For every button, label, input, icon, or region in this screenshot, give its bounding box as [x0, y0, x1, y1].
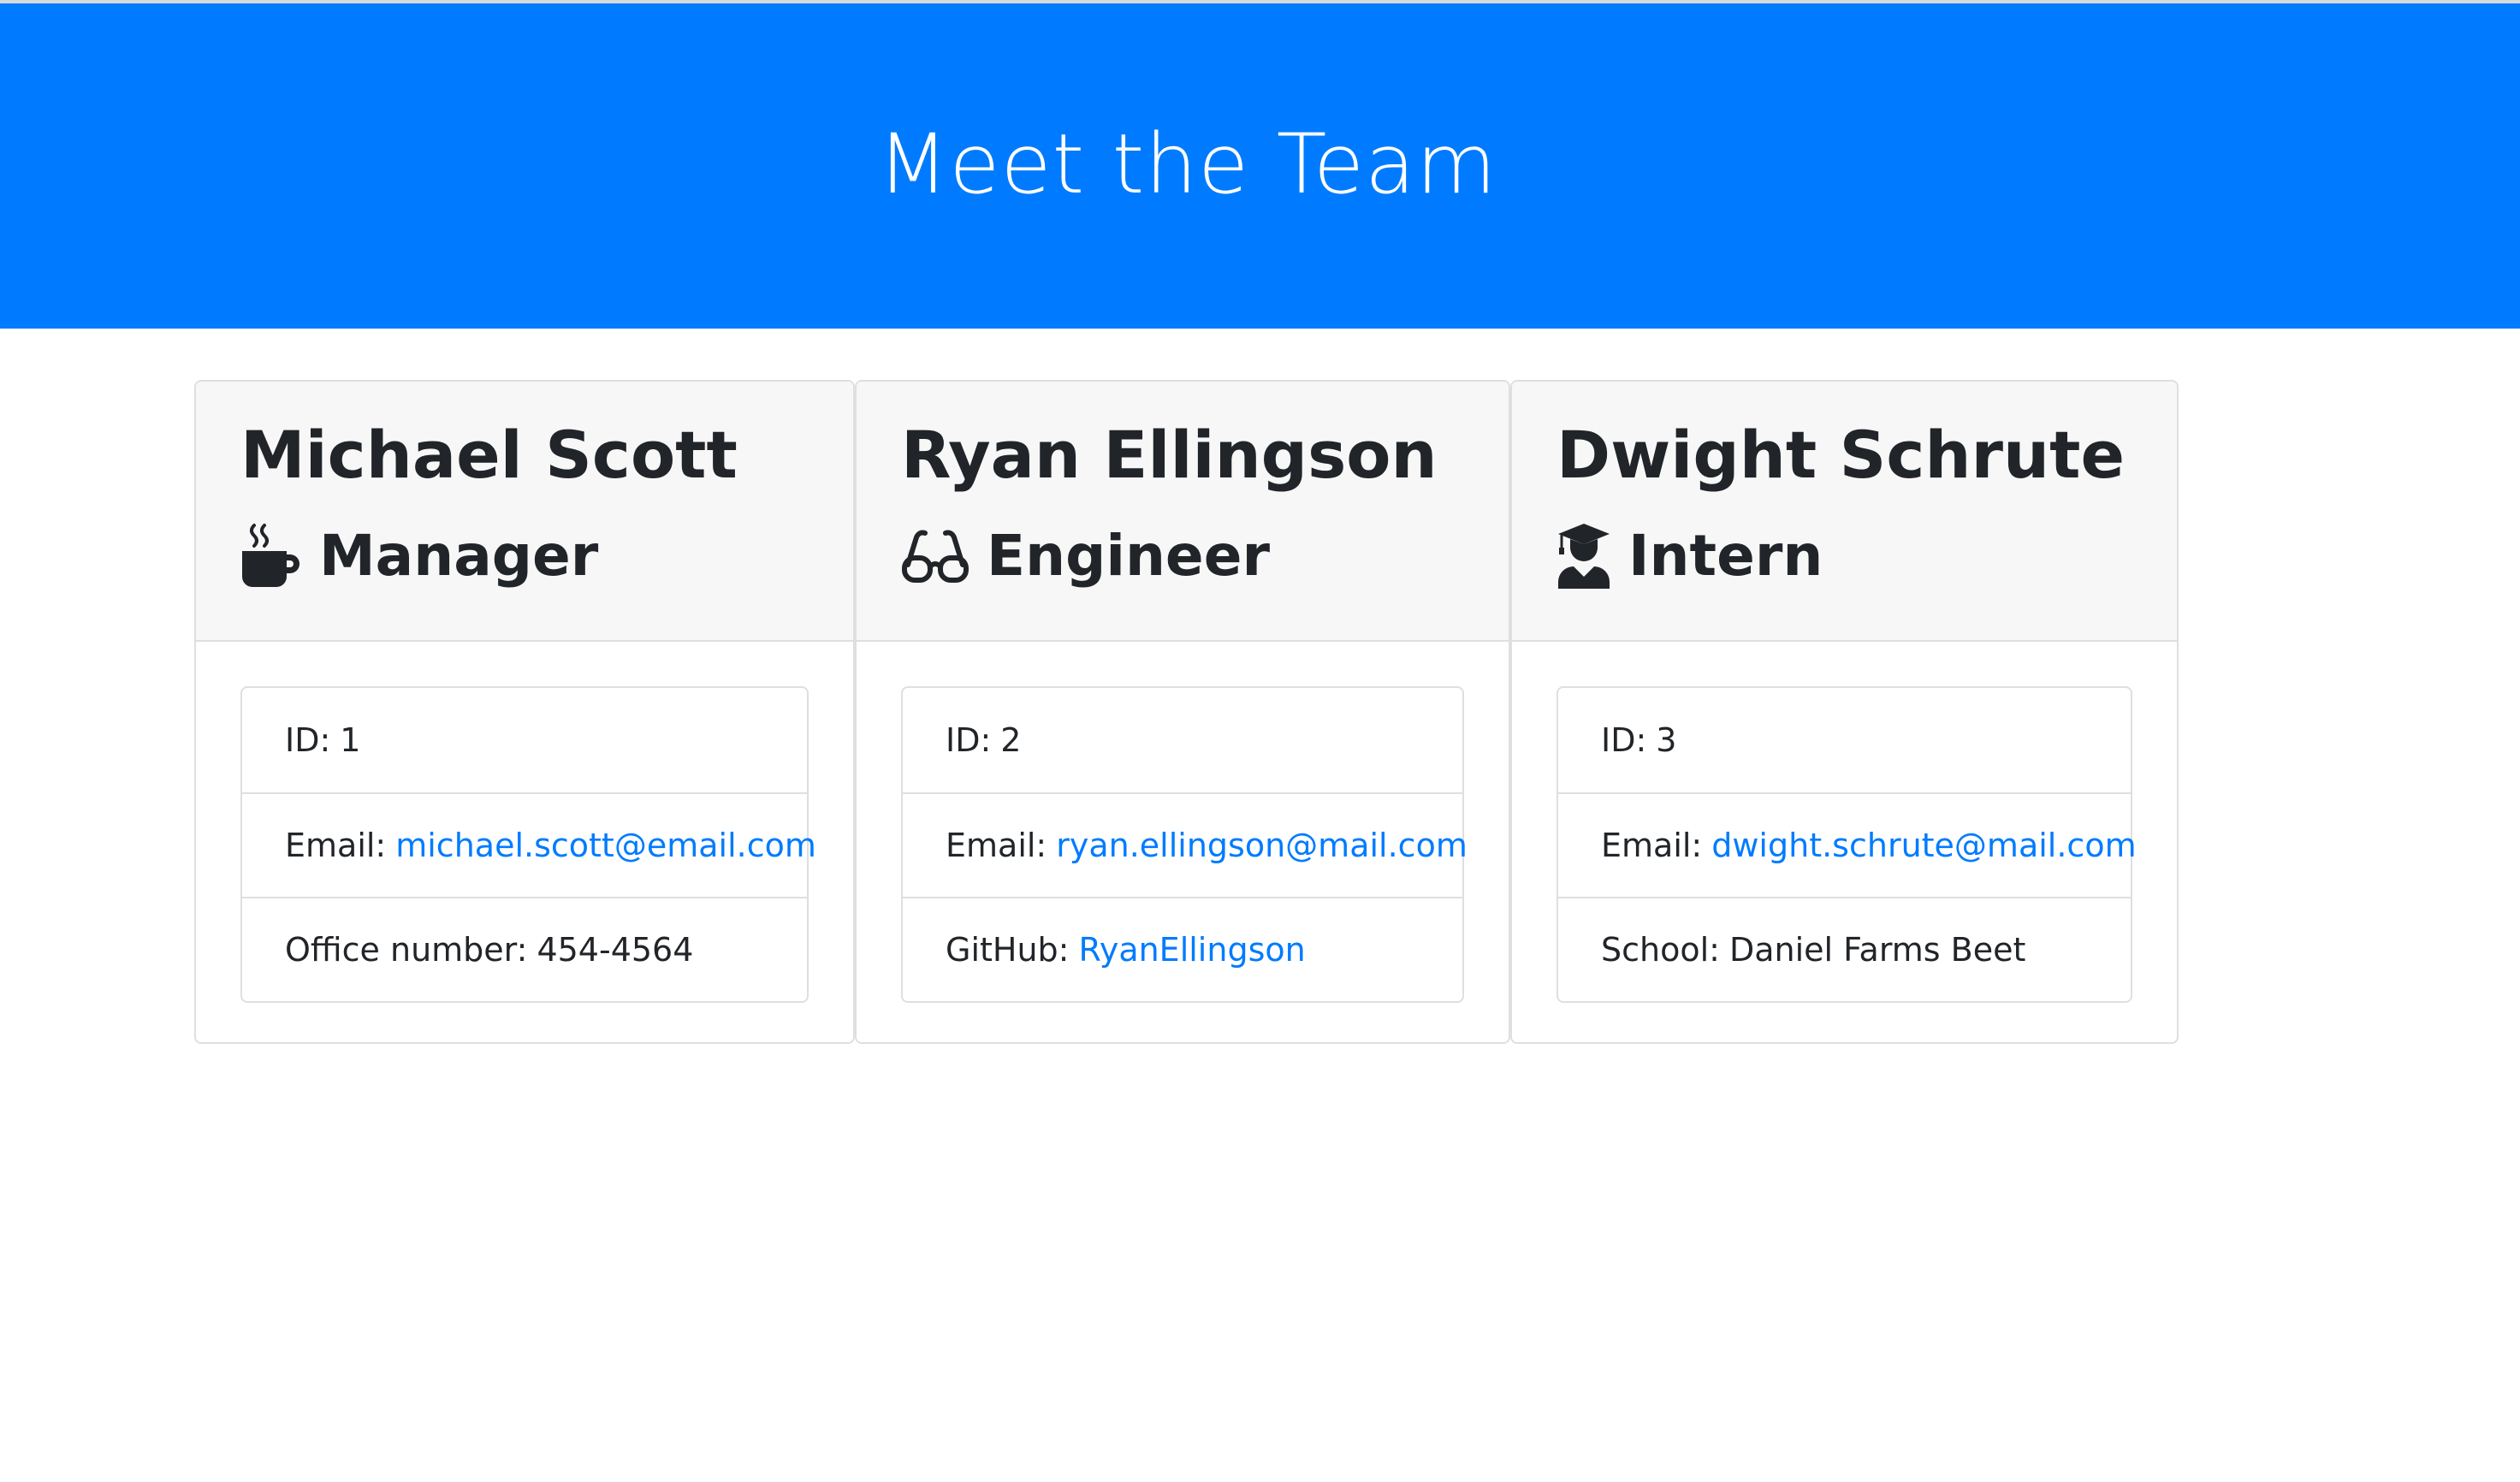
id-label: ID: — [946, 721, 992, 759]
office-number-value: 454-4564 — [537, 931, 694, 969]
list-item-id: ID: 2 — [903, 688, 1462, 792]
email-link[interactable]: ryan.ellingson@mail.com — [1056, 827, 1468, 864]
card-header: Dwight Schrute Intern — [1512, 382, 2177, 642]
list-item-office-number: Office number: 454-4564 — [242, 897, 807, 1001]
employee-role: Manager — [240, 515, 598, 597]
employee-details-list: ID: 1 Email: michael.scott@email.com Off… — [240, 686, 816, 1003]
employee-card-manager: Michael Scott Manager ID: 1 Email: micha… — [194, 380, 855, 1044]
employee-card-engineer: Ryan Ellingson Engineer ID: 2 Email: rya… — [855, 380, 1510, 1044]
id-value: 1 — [340, 721, 361, 759]
card-header: Ryan Ellingson Engineer — [857, 382, 1509, 642]
list-item-email: Email: michael.scott@email.com — [242, 792, 816, 897]
employee-card-intern: Dwight Schrute Intern ID: 3 Email: dwigh… — [1510, 380, 2179, 1044]
school-value: Daniel Farms Beet — [1728, 931, 2026, 969]
employee-role: Engineer — [901, 515, 1270, 597]
email-link[interactable]: dwight.schrute@mail.com — [1711, 827, 2136, 864]
coffee-mug-icon — [240, 522, 302, 590]
list-item-school: School: Daniel Farms Beet — [1558, 897, 2131, 1001]
list-item-email: Email: dwight.schrute@mail.com — [1558, 792, 2137, 897]
employee-role: Intern — [1556, 515, 1823, 597]
github-label: GitHub: — [946, 931, 1070, 969]
id-value: 2 — [1000, 721, 1022, 759]
office-number-label: Office number: — [285, 931, 528, 969]
list-item-email: Email: ryan.ellingson@mail.com — [903, 792, 1468, 897]
id-label: ID: — [285, 721, 331, 759]
github-link[interactable]: RyanEllingson — [1079, 931, 1306, 969]
role-label: Manager — [319, 523, 599, 589]
role-label: Engineer — [987, 523, 1270, 589]
email-label: Email: — [285, 827, 387, 864]
email-label: Email: — [1601, 827, 1703, 864]
employee-name: Dwight Schrute — [1556, 417, 2125, 493]
employee-name: Michael Scott — [240, 417, 738, 493]
glasses-icon — [901, 522, 969, 590]
email-label: Email: — [946, 827, 1047, 864]
list-item-id: ID: 1 — [242, 688, 807, 792]
role-label: Intern — [1628, 523, 1823, 589]
employee-details-list: ID: 2 Email: ryan.ellingson@mail.com Git… — [901, 686, 1468, 1003]
page-header: Meet the Team — [0, 3, 2520, 329]
school-label: School: — [1601, 931, 1720, 969]
employee-name: Ryan Ellingson — [901, 417, 1438, 493]
list-item-github: GitHub: RyanEllingson — [903, 897, 1462, 1001]
page-title: Meet the Team — [877, 116, 1497, 212]
list-item-id: ID: 3 — [1558, 688, 2131, 792]
id-value: 3 — [1656, 721, 1677, 759]
employee-details-list: ID: 3 Email: dwight.schrute@mail.com Sch… — [1556, 686, 2137, 1003]
id-label: ID: — [1601, 721, 1647, 759]
card-header: Michael Scott Manager — [196, 382, 853, 642]
graduate-icon — [1556, 522, 1611, 590]
email-link[interactable]: michael.scott@email.com — [395, 827, 816, 864]
